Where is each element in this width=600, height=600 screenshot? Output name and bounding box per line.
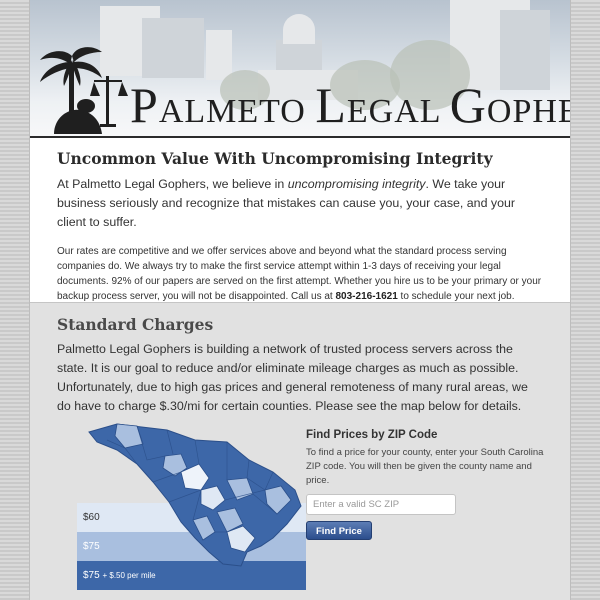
brand-wordmark: PALMETO LEGAL GOPHERS xyxy=(130,77,570,133)
zip-heading: Find Prices by ZIP Code xyxy=(306,429,438,441)
site-header: PALMETO LEGAL GOPHERS xyxy=(30,0,570,138)
zip-code-input[interactable]: Enter a valid SC ZIP xyxy=(306,494,456,515)
pricing-map: $60 $75 $75 + $.50 per mile xyxy=(77,420,306,590)
background-building xyxy=(206,30,232,80)
find-price-button[interactable]: Find Price xyxy=(306,521,372,540)
zip-instructions: To find a price for your county, enter y… xyxy=(306,447,544,486)
page-container: PALMETO LEGAL GOPHERS Uncommon Value Wit… xyxy=(29,0,571,600)
charges-heading: Standard Charges xyxy=(57,315,214,334)
south-carolina-map xyxy=(88,423,302,567)
intro-lead: At Palmetto Legal Gophers, we believe in… xyxy=(57,177,516,229)
intro-heading: Uncommon Value With Uncompromising Integ… xyxy=(57,149,493,168)
phone-number: 803-216-1621 xyxy=(335,291,398,302)
zip-price-lookup: Find Prices by ZIP Code To find a price … xyxy=(306,429,546,540)
palmetto-logo-icon xyxy=(40,47,128,134)
charges-description: Palmetto Legal Gophers is building a net… xyxy=(57,342,528,413)
intro-section: Uncommon Value With Uncompromising Integ… xyxy=(30,140,570,302)
intro-body: Our rates are competitive and we offer s… xyxy=(57,246,542,302)
capitol-dome-top xyxy=(283,14,315,44)
standard-charges-section: Standard Charges Palmetto Legal Gophers … xyxy=(30,302,570,600)
background-building xyxy=(142,18,204,78)
